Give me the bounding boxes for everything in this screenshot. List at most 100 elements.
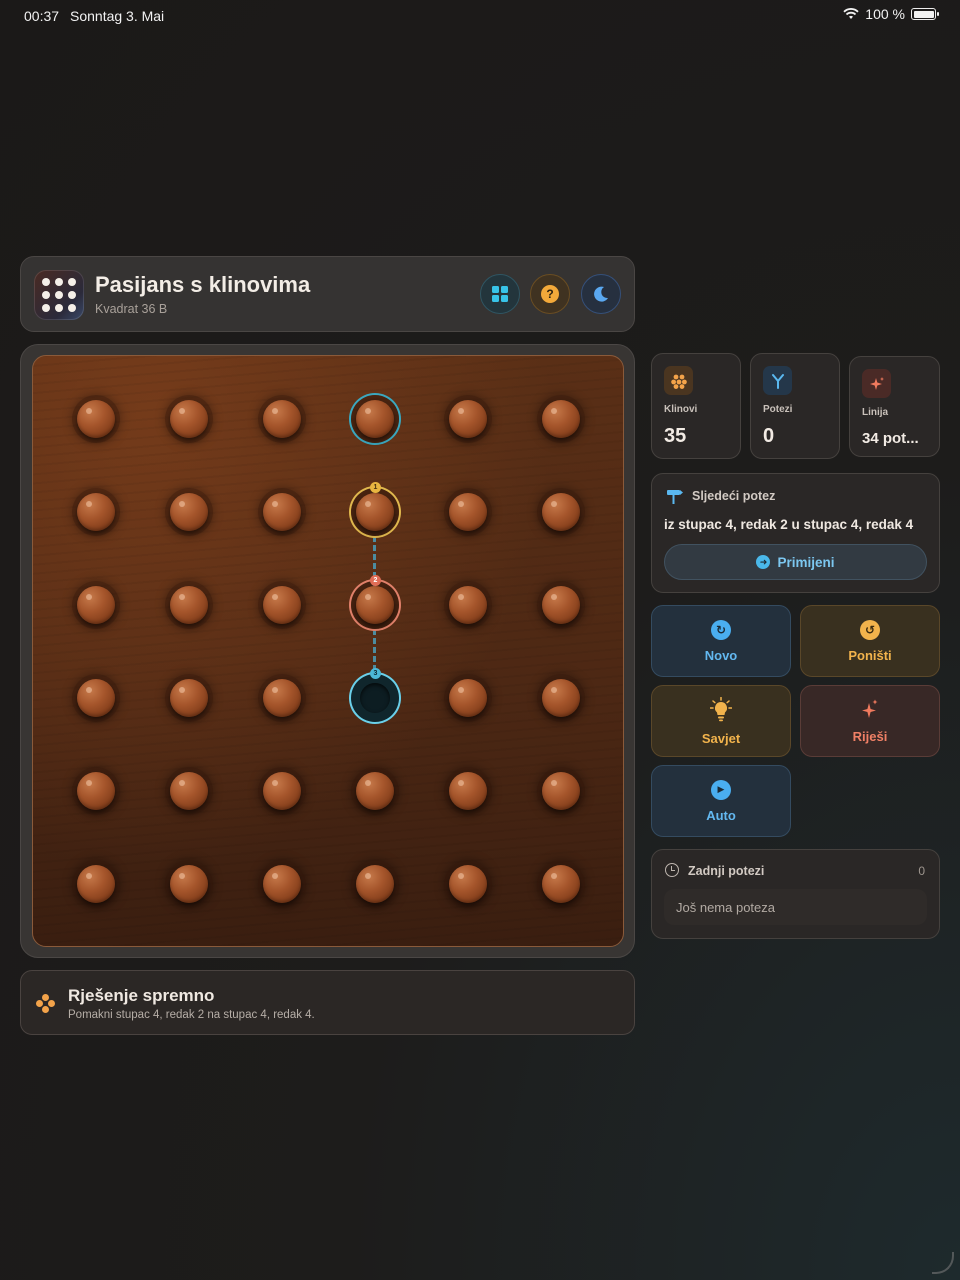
peg-hole[interactable]	[165, 488, 213, 536]
peg-hole[interactable]	[72, 674, 120, 722]
peg-hole[interactable]: 2	[351, 575, 399, 629]
peg-hole[interactable]	[72, 581, 120, 629]
peg[interactable]	[542, 493, 580, 531]
peg-hole[interactable]	[351, 767, 399, 815]
sparkle-icon	[862, 699, 878, 718]
peg-hole[interactable]	[444, 488, 492, 536]
history-icon	[665, 863, 679, 877]
status-time: 00:37	[24, 8, 60, 24]
moon-icon	[594, 286, 608, 302]
peg[interactable]	[77, 865, 115, 903]
peg[interactable]	[77, 679, 115, 717]
peg-hole[interactable]	[258, 488, 306, 536]
undo-icon: ↺	[860, 619, 880, 640]
solution-title: Rješenje spremno	[68, 986, 215, 1005]
peg[interactable]	[356, 493, 394, 531]
peg-hole[interactable]	[444, 581, 492, 629]
peg[interactable]	[356, 865, 394, 903]
peg[interactable]	[170, 679, 208, 717]
theme-toggle-button[interactable]	[581, 274, 621, 314]
peg[interactable]	[263, 493, 301, 531]
peg[interactable]	[542, 679, 580, 717]
peg-hole[interactable]	[72, 860, 120, 908]
help-icon: ?	[541, 285, 559, 303]
stat-label: Klinovi	[664, 404, 698, 415]
peg[interactable]	[449, 493, 487, 531]
peg-hole[interactable]: 1	[351, 482, 399, 536]
next-move-card: Sljedeći potez iz stupac 4, redak 2 u st…	[651, 473, 940, 593]
peg-hole[interactable]	[537, 488, 585, 536]
empty-hole[interactable]	[360, 683, 390, 713]
peg-hole[interactable]	[258, 581, 306, 629]
new-game-button[interactable]: ↻ Novo	[651, 605, 791, 677]
auto-play-button[interactable]: ▶ Auto	[651, 765, 791, 837]
peg-hole[interactable]	[72, 488, 120, 536]
move-step-badge: 2	[370, 575, 381, 586]
peg-hole[interactable]	[444, 395, 492, 443]
peg-hole[interactable]	[258, 674, 306, 722]
peg-hole[interactable]	[444, 767, 492, 815]
peg[interactable]	[356, 586, 394, 624]
peg-hole[interactable]	[258, 395, 306, 443]
hint-button[interactable]: Savjet	[651, 685, 791, 757]
peg[interactable]	[449, 772, 487, 810]
next-move-title: Sljedeći potez	[692, 489, 776, 503]
peg-hole[interactable]	[165, 674, 213, 722]
peg-hole[interactable]	[72, 395, 120, 443]
peg-hole[interactable]	[258, 860, 306, 908]
peg[interactable]	[170, 493, 208, 531]
peg-hole[interactable]	[165, 395, 213, 443]
peg-hole[interactable]	[351, 395, 399, 443]
peg[interactable]	[542, 400, 580, 438]
peg-hole[interactable]	[258, 767, 306, 815]
peg[interactable]	[170, 772, 208, 810]
board-select-button[interactable]	[480, 274, 520, 314]
peg[interactable]	[263, 400, 301, 438]
status-right: 100 %	[843, 6, 939, 22]
apply-button[interactable]: ➜ Primijeni	[664, 544, 927, 580]
peg-hole[interactable]	[72, 767, 120, 815]
stat-label: Potezi	[763, 404, 793, 415]
peg[interactable]	[449, 679, 487, 717]
peg-hole[interactable]	[165, 581, 213, 629]
resize-handle[interactable]	[932, 1252, 954, 1274]
peg-hole[interactable]	[444, 674, 492, 722]
peg[interactable]	[77, 586, 115, 624]
peg[interactable]	[542, 586, 580, 624]
undo-button[interactable]: ↺ Poništi	[800, 605, 940, 677]
peg[interactable]	[170, 865, 208, 903]
peg[interactable]	[542, 865, 580, 903]
peg-hole[interactable]	[537, 767, 585, 815]
peg-hole[interactable]	[351, 860, 399, 908]
peg[interactable]	[449, 400, 487, 438]
peg-hole[interactable]	[165, 767, 213, 815]
peg-board: 1 2 3	[32, 355, 624, 947]
peg[interactable]	[263, 586, 301, 624]
peg[interactable]	[263, 679, 301, 717]
peg-hole[interactable]	[537, 860, 585, 908]
signpost-icon	[667, 490, 683, 504]
peg[interactable]	[77, 772, 115, 810]
peg[interactable]	[356, 400, 394, 438]
app-logo-icon	[34, 270, 84, 320]
peg[interactable]	[263, 865, 301, 903]
peg[interactable]	[170, 586, 208, 624]
peg-hole[interactable]	[537, 581, 585, 629]
stat-value: 0	[763, 425, 775, 447]
peg-hole[interactable]: 3	[351, 668, 399, 722]
peg[interactable]	[77, 400, 115, 438]
peg-hole[interactable]	[537, 674, 585, 722]
solve-button[interactable]: Riješi	[800, 685, 940, 757]
peg[interactable]	[449, 586, 487, 624]
peg[interactable]	[77, 493, 115, 531]
peg-hole[interactable]	[537, 395, 585, 443]
peg[interactable]	[449, 865, 487, 903]
peg[interactable]	[263, 772, 301, 810]
peg-hole[interactable]	[444, 860, 492, 908]
lightbulb-icon	[710, 696, 732, 721]
peg[interactable]	[356, 772, 394, 810]
peg-hole[interactable]	[165, 860, 213, 908]
peg[interactable]	[542, 772, 580, 810]
help-button[interactable]: ?	[530, 274, 570, 314]
peg[interactable]	[170, 400, 208, 438]
